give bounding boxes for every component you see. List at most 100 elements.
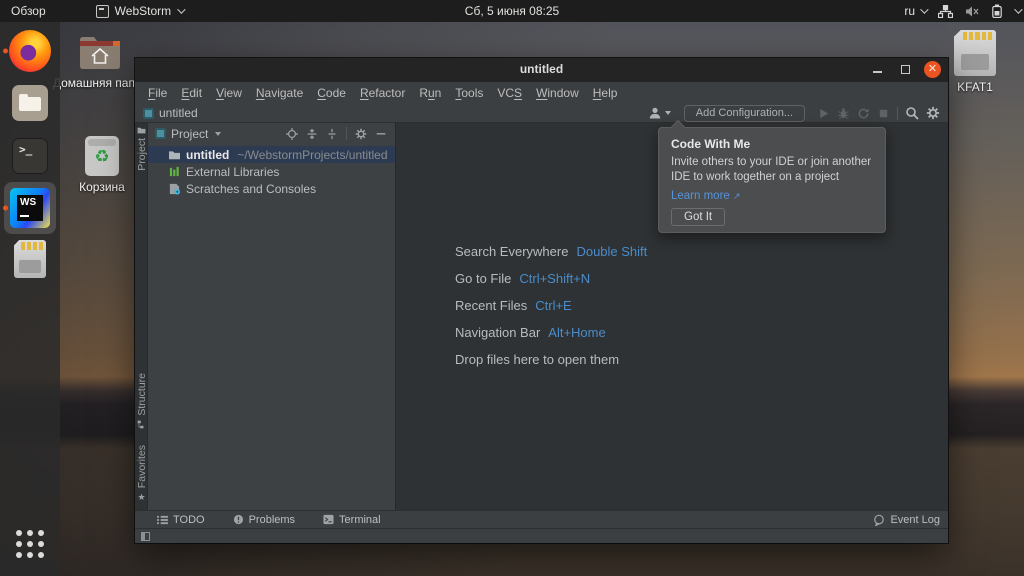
scratches-icon bbox=[168, 183, 181, 195]
debug-button[interactable] bbox=[837, 107, 850, 120]
volume-muted-icon[interactable] bbox=[965, 5, 980, 18]
learn-more-link[interactable]: Learn more ↗ bbox=[671, 190, 873, 202]
running-indicator bbox=[3, 49, 8, 54]
status-bar bbox=[135, 528, 948, 543]
main-toolbar: untitled Add Configuration... bbox=[135, 103, 948, 123]
run-with-coverage-button[interactable] bbox=[857, 107, 870, 120]
dock-webstorm[interactable]: WS bbox=[0, 182, 60, 234]
files-icon bbox=[12, 85, 48, 121]
todo-list-icon bbox=[157, 515, 168, 525]
panel-options-gear-icon[interactable] bbox=[355, 128, 367, 140]
close-button[interactable]: ✕ bbox=[924, 61, 941, 78]
gnome-top-bar: Обзор WebStorm Сб, 5 июня 08:25 ru bbox=[0, 0, 1024, 22]
network-icon[interactable] bbox=[938, 5, 953, 18]
settings-gear-icon[interactable] bbox=[926, 106, 940, 120]
left-tool-strip: Project Structure Favorites ★ bbox=[135, 123, 148, 510]
code-with-me-button[interactable] bbox=[648, 106, 671, 120]
menu-code[interactable]: Code bbox=[310, 86, 353, 100]
menu-vcs[interactable]: VCS bbox=[490, 86, 529, 100]
clock[interactable]: Сб, 5 июня 08:25 bbox=[465, 4, 559, 18]
external-link-arrow-icon: ↗ bbox=[733, 191, 741, 201]
activities-button[interactable]: Обзор bbox=[0, 0, 57, 22]
popup-body: Invite others to your IDE or join anothe… bbox=[671, 155, 877, 185]
menu-help[interactable]: Help bbox=[586, 86, 625, 100]
terminal-app-icon: >_ bbox=[12, 138, 48, 174]
dock-files[interactable] bbox=[0, 85, 60, 121]
tree-row-scratches[interactable]: Scratches and Consoles bbox=[148, 180, 395, 197]
battery-icon[interactable] bbox=[992, 4, 1002, 18]
dock-terminal[interactable]: >_ bbox=[0, 138, 60, 174]
menu-file[interactable]: File bbox=[141, 86, 174, 100]
event-log-balloon-icon bbox=[873, 514, 885, 526]
trash-icon: ♻ bbox=[85, 136, 119, 176]
project-panel: Project bbox=[148, 123, 395, 510]
system-menu-chevron-icon[interactable] bbox=[1014, 5, 1022, 13]
firefox-icon bbox=[9, 30, 51, 72]
terminal-icon bbox=[323, 514, 334, 525]
keyboard-layout-indicator[interactable]: ru bbox=[904, 4, 926, 18]
folder-icon bbox=[137, 126, 146, 134]
user-icon bbox=[648, 106, 662, 120]
got-it-button[interactable]: Got It bbox=[671, 208, 725, 226]
locate-file-button[interactable] bbox=[286, 128, 298, 140]
navigation-breadcrumb[interactable]: untitled bbox=[143, 103, 198, 123]
menu-edit[interactable]: Edit bbox=[174, 86, 209, 100]
app-menu[interactable]: WebStorm bbox=[85, 0, 194, 22]
webstorm-mini-icon bbox=[96, 5, 109, 18]
run-button[interactable] bbox=[817, 107, 830, 120]
menu-tools[interactable]: Tools bbox=[448, 86, 490, 100]
menu-refactor[interactable]: Refactor bbox=[353, 86, 412, 100]
terminal-tab[interactable]: Terminal bbox=[323, 514, 381, 526]
editor-shortcut-hints: Search EverywhereDouble Shift Go to File… bbox=[455, 244, 647, 379]
expand-all-button[interactable] bbox=[306, 128, 318, 140]
app-menu-label: WebStorm bbox=[115, 4, 171, 18]
menu-navigate[interactable]: Navigate bbox=[249, 86, 310, 100]
tool-window-toggle-icon[interactable] bbox=[141, 532, 150, 541]
menu-window[interactable]: Window bbox=[529, 86, 586, 100]
chevron-down-icon bbox=[215, 132, 221, 136]
tool-tab-favorites[interactable]: Favorites ★ bbox=[135, 445, 148, 503]
add-configuration-button[interactable]: Add Configuration... bbox=[684, 105, 805, 122]
dock: >_ WS bbox=[0, 22, 60, 576]
hide-panel-button[interactable] bbox=[375, 128, 387, 140]
chevron-down-icon bbox=[177, 5, 185, 13]
minimize-button[interactable] bbox=[873, 71, 882, 73]
drop-files-hint: Drop files here to open them bbox=[455, 352, 647, 366]
project-icon bbox=[155, 128, 166, 139]
running-indicator bbox=[3, 206, 8, 211]
problems-icon bbox=[233, 514, 244, 525]
toolbar-divider bbox=[897, 107, 898, 120]
menu-run[interactable]: Run bbox=[412, 86, 448, 100]
code-with-me-popup: Code With Me Invite others to your IDE o… bbox=[658, 127, 886, 233]
project-folder-icon bbox=[143, 108, 154, 119]
breadcrumb-label: untitled bbox=[159, 106, 198, 120]
tool-tab-project[interactable]: Project bbox=[135, 126, 148, 171]
maximize-button[interactable] bbox=[901, 65, 910, 74]
keyboard-layout-label: ru bbox=[904, 4, 915, 18]
dock-sdcard[interactable] bbox=[0, 240, 60, 278]
project-panel-title[interactable]: Project bbox=[171, 127, 208, 141]
stop-button[interactable] bbox=[877, 107, 890, 120]
dock-firefox[interactable] bbox=[0, 30, 60, 72]
collapse-all-button[interactable] bbox=[326, 128, 338, 140]
structure-icon bbox=[137, 420, 146, 429]
menu-bar: File Edit View Navigate Code Refactor Ru… bbox=[135, 82, 948, 103]
webstorm-window: untitled ✕ File Edit View Navigate Code … bbox=[135, 58, 948, 543]
problems-tab[interactable]: Problems bbox=[233, 514, 295, 526]
popup-title: Code With Me bbox=[671, 137, 873, 151]
library-icon bbox=[168, 166, 181, 177]
tree-row-external-libraries[interactable]: External Libraries bbox=[148, 163, 395, 180]
project-tree: untitled ~/WebstormProjects/untitled Ext… bbox=[148, 146, 395, 197]
search-everywhere-button[interactable] bbox=[905, 106, 919, 120]
show-applications-button[interactable] bbox=[0, 530, 60, 558]
todo-tab[interactable]: TODO bbox=[157, 514, 205, 526]
desktop: Обзор WebStorm Сб, 5 июня 08:25 ru bbox=[0, 0, 1024, 576]
menu-view[interactable]: View bbox=[209, 86, 249, 100]
tree-row-untitled[interactable]: untitled ~/WebstormProjects/untitled bbox=[148, 146, 395, 163]
sdcard-icon bbox=[14, 240, 46, 278]
window-titlebar[interactable]: untitled ✕ bbox=[135, 58, 948, 82]
event-log-button[interactable]: Event Log bbox=[873, 514, 940, 526]
star-icon: ★ bbox=[137, 492, 145, 503]
tool-tab-structure[interactable]: Structure bbox=[135, 373, 148, 429]
window-title: untitled bbox=[135, 62, 948, 76]
